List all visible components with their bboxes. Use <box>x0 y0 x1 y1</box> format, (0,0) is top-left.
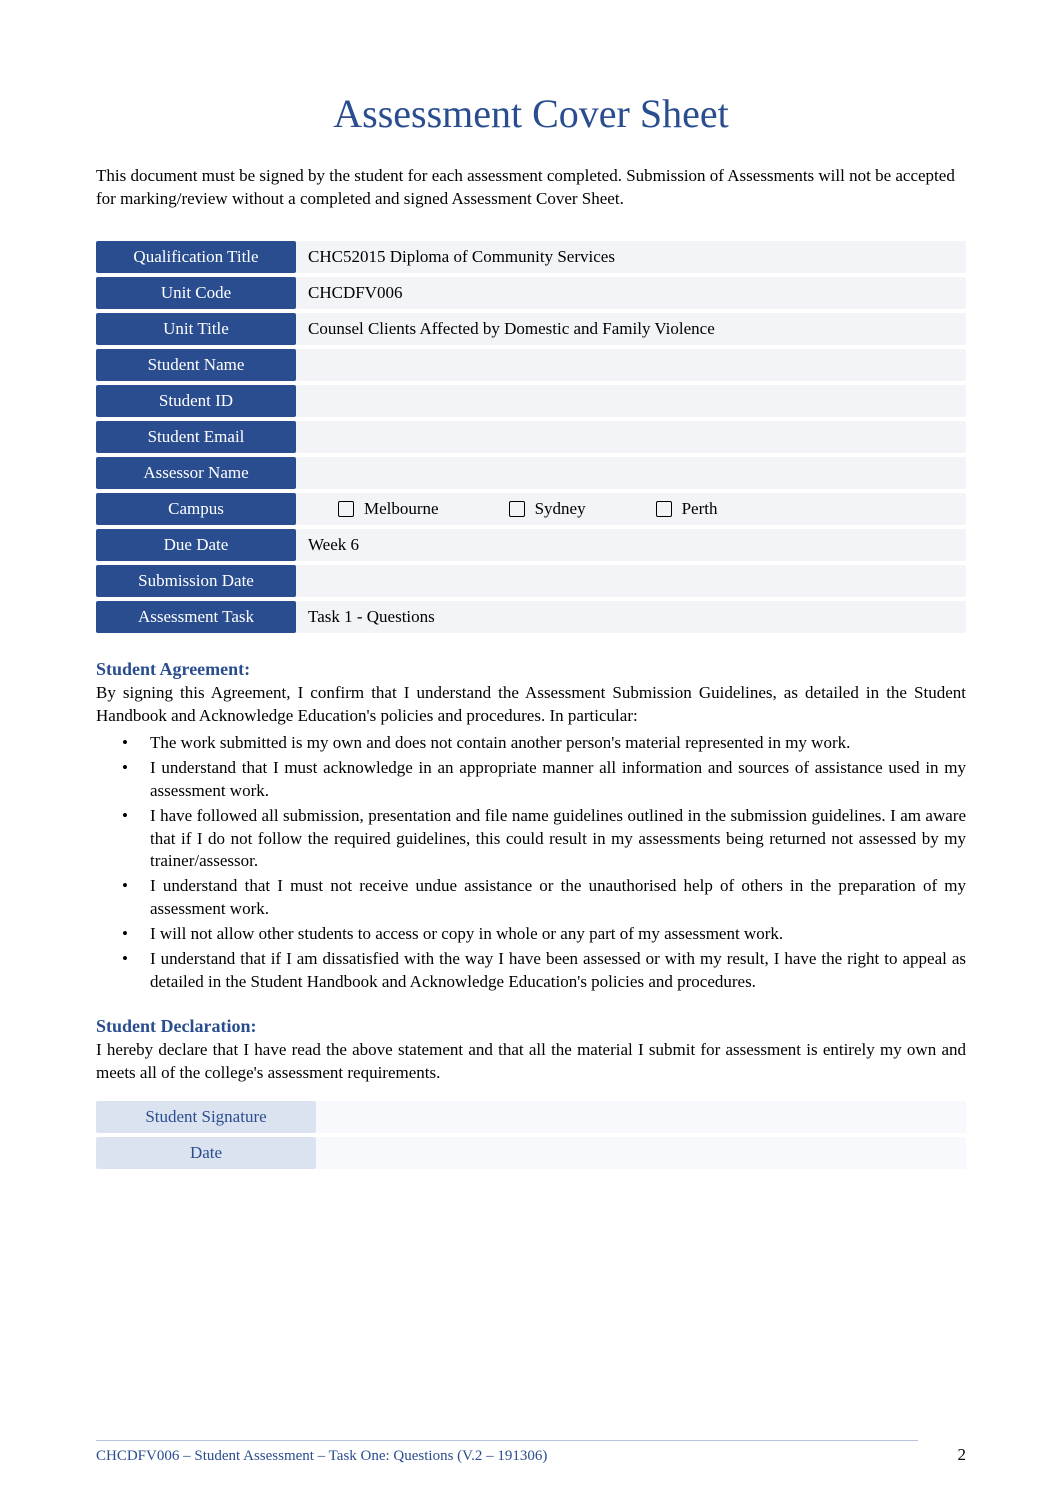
qualification-title-label: Qualification Title <box>96 241 296 273</box>
student-agreement-heading: Student Agreement: <box>96 659 966 680</box>
signature-date-label: Date <box>96 1137 316 1169</box>
student-email-label: Student Email <box>96 421 296 453</box>
assessment-task-label: Assessment Task <box>96 601 296 633</box>
student-name-value[interactable] <box>296 349 966 381</box>
checkbox-icon <box>338 501 354 517</box>
signature-date-value[interactable] <box>316 1137 966 1169</box>
campus-option-melbourne[interactable]: Melbourne <box>338 499 439 519</box>
signature-table: Student Signature Date <box>96 1097 966 1173</box>
student-email-value[interactable] <box>296 421 966 453</box>
due-date-label: Due Date <box>96 529 296 561</box>
campus-value: Melbourne Sydney Perth <box>296 493 966 525</box>
assessor-name-label: Assessor Name <box>96 457 296 489</box>
checkbox-icon <box>509 501 525 517</box>
student-id-label: Student ID <box>96 385 296 417</box>
unit-code-label: Unit Code <box>96 277 296 309</box>
student-agreement-intro: By signing this Agreement, I confirm tha… <box>96 682 966 728</box>
assessor-name-value[interactable] <box>296 457 966 489</box>
page-footer: CHCDFV006 – Student Assessment – Task On… <box>96 1440 966 1465</box>
campus-option-perth[interactable]: Perth <box>656 499 718 519</box>
student-id-value[interactable] <box>296 385 966 417</box>
list-item: I understand that I must acknowledge in … <box>122 757 966 803</box>
footer-text: CHCDFV006 – Student Assessment – Task On… <box>96 1448 547 1464</box>
campus-perth-label: Perth <box>682 499 718 519</box>
unit-title-label: Unit Title <box>96 313 296 345</box>
student-signature-label: Student Signature <box>96 1101 316 1133</box>
qualification-title-value: CHC52015 Diploma of Community Services <box>296 241 966 273</box>
due-date-value: Week 6 <box>296 529 966 561</box>
list-item: I understand that if I am dissatisfied w… <box>122 948 966 994</box>
campus-melbourne-label: Melbourne <box>364 499 439 519</box>
list-item: The work submitted is my own and does no… <box>122 732 966 755</box>
unit-code-value: CHCDFV006 <box>296 277 966 309</box>
agreement-bullets: The work submitted is my own and does no… <box>96 732 966 994</box>
list-item: I understand that I must not receive und… <box>122 875 966 921</box>
campus-option-sydney[interactable]: Sydney <box>509 499 586 519</box>
list-item: I have followed all submission, presenta… <box>122 805 966 874</box>
intro-text: This document must be signed by the stud… <box>96 165 966 211</box>
student-declaration-heading: Student Declaration: <box>96 1016 966 1037</box>
campus-sydney-label: Sydney <box>535 499 586 519</box>
campus-label: Campus <box>96 493 296 525</box>
info-table: Qualification Title CHC52015 Diploma of … <box>96 237 966 637</box>
page-title: Assessment Cover Sheet <box>96 90 966 137</box>
unit-title-value: Counsel Clients Affected by Domestic and… <box>296 313 966 345</box>
student-name-label: Student Name <box>96 349 296 381</box>
submission-date-value[interactable] <box>296 565 966 597</box>
student-declaration-text: I hereby declare that I have read the ab… <box>96 1039 966 1085</box>
student-signature-value[interactable] <box>316 1101 966 1133</box>
checkbox-icon <box>656 501 672 517</box>
page-number: 2 <box>958 1445 967 1465</box>
submission-date-label: Submission Date <box>96 565 296 597</box>
assessment-task-value: Task 1 - Questions <box>296 601 966 633</box>
list-item: I will not allow other students to acces… <box>122 923 966 946</box>
